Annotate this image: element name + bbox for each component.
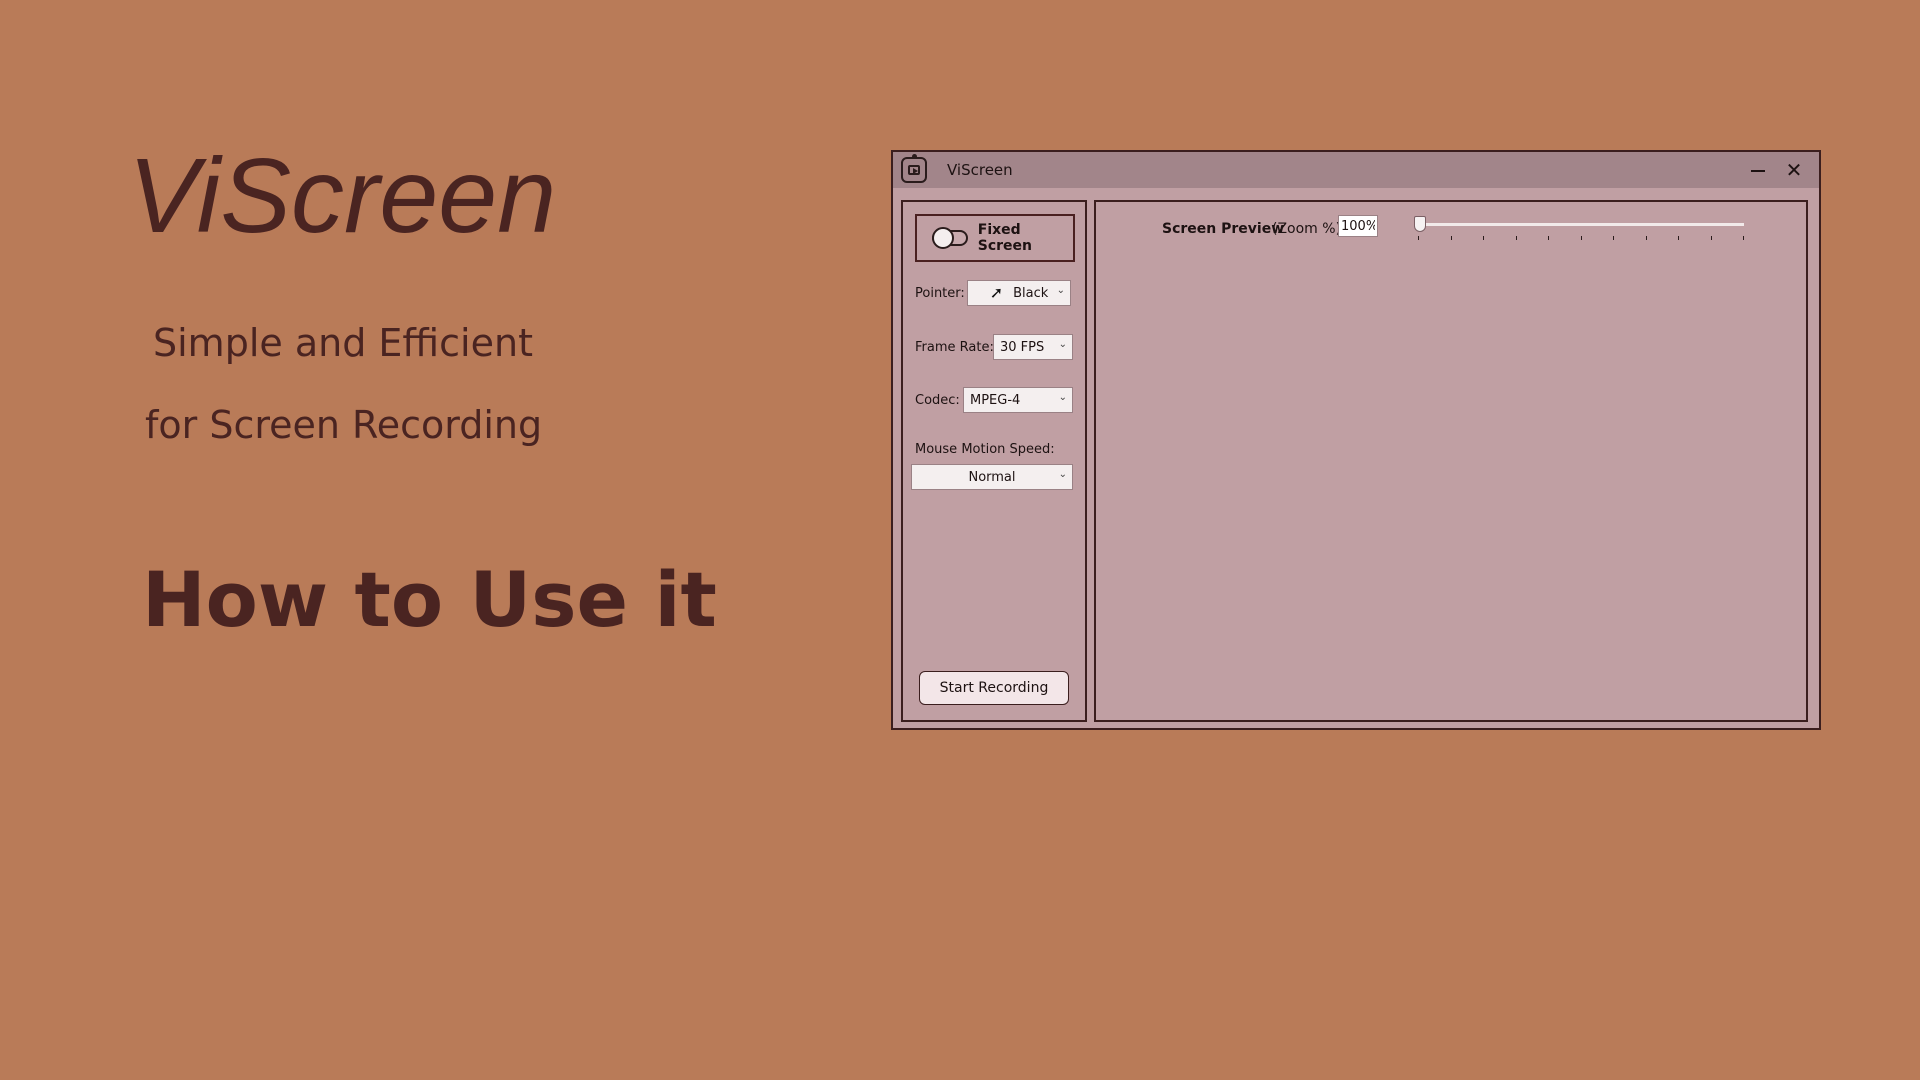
pointer-value: Black [1013, 285, 1049, 301]
promo-heading: How to Use it [142, 555, 717, 644]
app-window: ViScreen ✕ Fixed Screen Pointer: ➚ Black… [891, 150, 1821, 730]
codec-value: MPEG-4 [970, 392, 1021, 408]
frame-rate-value: 30 FPS [1000, 339, 1045, 355]
slider-tick [1483, 236, 1484, 240]
chevron-down-icon: ⌄ [1056, 285, 1065, 296]
promo-tagline-line1: Simple and Efficient [153, 321, 533, 365]
mouse-speed-label: Mouse Motion Speed: [915, 442, 1055, 457]
chevron-down-icon: ⌄ [1058, 469, 1067, 480]
chevron-down-icon: ⌄ [1058, 392, 1067, 403]
slider-tick [1548, 236, 1549, 240]
app-logo-icon [901, 154, 927, 183]
slider-tick [1710, 236, 1712, 240]
close-icon: ✕ [1785, 158, 1803, 182]
codec-label: Codec: [915, 393, 960, 408]
frame-rate-select[interactable]: 30 FPS ⌄ [993, 334, 1073, 360]
slider-tick [1418, 236, 1419, 240]
slider-tick [1743, 236, 1744, 240]
promo-title: ViScreen [128, 137, 557, 255]
toggle-knob [932, 227, 954, 249]
frame-rate-label: Frame Rate: [915, 340, 994, 355]
codec-select[interactable]: MPEG-4 ⌄ [963, 387, 1073, 413]
toggle-switch[interactable] [932, 227, 968, 249]
screen-preview-label: Screen Preview [1162, 221, 1285, 237]
chevron-down-icon: ⌄ [1058, 339, 1067, 350]
slider-thumb[interactable] [1414, 216, 1426, 232]
pointer-label: Pointer: [915, 286, 965, 301]
slider-tick [1450, 236, 1452, 240]
slider-tick [1515, 236, 1517, 240]
mouse-speed-select[interactable]: Normal ⌄ [911, 464, 1073, 490]
preview-panel: Screen Preview (Zoom %) [1094, 200, 1808, 722]
window-title: ViScreen [947, 161, 1013, 179]
mouse-speed-value: Normal [968, 469, 1016, 485]
settings-panel: Fixed Screen Pointer: ➚ Black ⌄ Frame Ra… [901, 200, 1087, 722]
cursor-arrow-icon: ➚ [989, 283, 1004, 302]
pointer-select[interactable]: ➚ Black ⌄ [967, 280, 1071, 306]
zoom-slider[interactable] [1414, 216, 1746, 244]
promo-tagline-line2: for Screen Recording [145, 403, 543, 447]
title-bar[interactable]: ViScreen ✕ [893, 152, 1819, 188]
fixed-screen-toggle[interactable]: Fixed Screen [915, 214, 1075, 262]
start-recording-button[interactable]: Start Recording [919, 671, 1069, 705]
minimize-icon [1751, 170, 1765, 172]
minimize-button[interactable] [1743, 156, 1773, 184]
slider-tick [1580, 236, 1582, 240]
slider-tick [1645, 236, 1647, 240]
slider-tick [1613, 236, 1614, 240]
zoom-label: (Zoom %) [1272, 221, 1342, 237]
slider-tick [1678, 236, 1679, 240]
close-button[interactable]: ✕ [1779, 156, 1809, 184]
zoom-input[interactable] [1338, 215, 1378, 237]
fixed-screen-label: Fixed Screen [977, 222, 1032, 254]
slider-track[interactable] [1418, 223, 1744, 226]
